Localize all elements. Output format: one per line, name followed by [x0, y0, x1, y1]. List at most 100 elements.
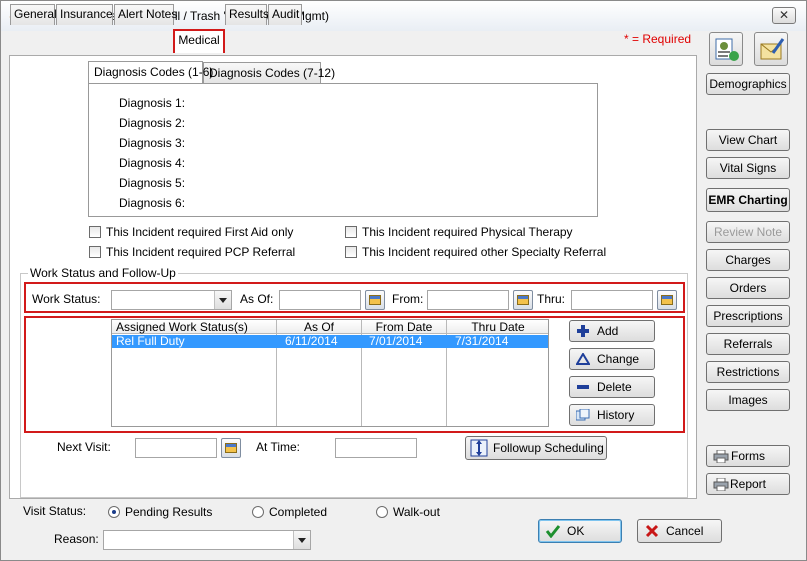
- completed-label: Completed: [269, 505, 328, 519]
- from-input[interactable]: [427, 290, 509, 310]
- add-label: Add: [597, 324, 619, 338]
- next-visit-calendar-icon[interactable]: [221, 438, 241, 458]
- ok-label: OK: [567, 524, 585, 538]
- tab-insurance[interactable]: Insurance: [56, 4, 113, 25]
- work-status-list[interactable]: Assigned Work Status(s) As Of From Date …: [111, 319, 549, 427]
- pending-results-radio[interactable]: [108, 506, 120, 518]
- forms-label: Forms: [731, 449, 765, 463]
- patient-card-button[interactable]: [709, 32, 743, 66]
- orders-button[interactable]: Orders: [706, 277, 790, 299]
- required-note: * = Required: [624, 32, 692, 46]
- tab-diagnosis-1-6[interactable]: Diagnosis Codes (1-6): [88, 61, 213, 83]
- delete-label: Delete: [597, 380, 632, 394]
- diagnosis-6-label: Diagnosis 6:: [119, 196, 186, 210]
- close-button[interactable]: ✕: [772, 7, 796, 24]
- work-status-combo[interactable]: [111, 290, 232, 310]
- row-thru-date: 7/31/2014: [455, 334, 509, 348]
- tab-alert-notes[interactable]: Alert Notes: [114, 4, 177, 25]
- tab-general[interactable]: General: [10, 4, 57, 25]
- patient-card-icon: [715, 38, 739, 61]
- column-header-from-date[interactable]: From Date: [362, 320, 446, 334]
- next-visit-label: Next Visit:: [57, 440, 111, 454]
- tab-diagnosis-7-12[interactable]: Diagnosis Codes (7-12): [203, 62, 335, 83]
- walk-out-label: Walk-out: [393, 505, 440, 519]
- printer-icon: [713, 478, 729, 491]
- emr-charting-button[interactable]: EMR Charting: [706, 188, 790, 212]
- pcp-referral-checkbox[interactable]: [89, 246, 101, 258]
- at-time-input[interactable]: [335, 438, 417, 458]
- schedule-icon: [470, 439, 488, 457]
- diagnosis-5-label: Diagnosis 5:: [119, 176, 186, 190]
- row-as-of: 6/11/2014: [285, 334, 338, 348]
- chevron-down-icon[interactable]: [293, 531, 310, 549]
- physical-therapy-label: This Incident required Physical Therapy: [362, 225, 573, 239]
- history-button[interactable]: History: [569, 404, 655, 426]
- specialty-referral-checkbox[interactable]: [345, 246, 357, 258]
- x-icon: [645, 524, 659, 538]
- visit-status-label: Visit Status:: [23, 504, 87, 518]
- referrals-button[interactable]: Referrals: [706, 333, 790, 355]
- pending-results-label: Pending Results: [125, 505, 213, 519]
- diagnosis-3-label: Diagnosis 3:: [119, 136, 186, 150]
- tab-audit[interactable]: Audit: [268, 4, 302, 25]
- report-label: Report: [729, 477, 767, 491]
- vital-signs-button[interactable]: Vital Signs: [706, 157, 790, 179]
- add-button[interactable]: Add: [569, 320, 655, 342]
- reason-label: Reason:: [54, 532, 99, 546]
- forms-button[interactable]: Forms: [706, 445, 790, 467]
- review-note-button[interactable]: Review Note: [706, 221, 790, 243]
- followup-scheduling-label: Followup Scheduling: [493, 441, 604, 455]
- next-visit-input[interactable]: [135, 438, 217, 458]
- walk-out-radio[interactable]: [376, 506, 388, 518]
- change-button[interactable]: Change: [569, 348, 655, 370]
- specialty-referral-label: This Incident required other Specialty R…: [362, 245, 607, 259]
- as-of-input[interactable]: [279, 290, 361, 310]
- diagnosis-2-label: Diagnosis 2:: [119, 116, 186, 130]
- mail-button[interactable]: [754, 32, 788, 66]
- demographics-button[interactable]: Demographics: [706, 73, 790, 95]
- view-chart-button[interactable]: View Chart: [706, 129, 790, 151]
- tab-medical[interactable]: Medical: [173, 29, 225, 53]
- column-header-thru-date[interactable]: Thru Date: [447, 320, 549, 334]
- work-status-group-title: Work Status and Follow-Up: [28, 266, 178, 280]
- triangle-icon: [576, 353, 590, 365]
- thru-input[interactable]: [571, 290, 653, 310]
- printer-icon: [713, 450, 729, 463]
- column-header-status[interactable]: Assigned Work Status(s): [116, 320, 276, 334]
- diagnosis-1-label: Diagnosis 1:: [119, 96, 186, 110]
- cancel-label: Cancel: [666, 524, 704, 538]
- first-aid-label: This Incident required First Aid only: [106, 225, 294, 239]
- pcp-referral-label: This Incident required PCP Referral: [106, 245, 296, 259]
- checkmark-icon: [545, 525, 561, 538]
- tab-results[interactable]: Results: [225, 4, 269, 25]
- enter-patient-visit-window: Enter Patient Visit (Ben Adrill / Trash …: [0, 0, 807, 561]
- delete-button[interactable]: Delete: [569, 376, 655, 398]
- report-button[interactable]: Report: [706, 473, 790, 495]
- row-from-date: 7/01/2014: [369, 334, 423, 348]
- ok-button[interactable]: OK: [538, 519, 622, 543]
- as-of-calendar-icon[interactable]: [365, 290, 385, 310]
- images-button[interactable]: Images: [706, 389, 790, 411]
- thru-label: Thru:: [537, 292, 566, 306]
- charges-button[interactable]: Charges: [706, 249, 790, 271]
- as-of-label: As Of:: [240, 292, 274, 306]
- thru-calendar-icon[interactable]: [657, 290, 677, 310]
- change-label: Change: [597, 352, 640, 366]
- reason-combo[interactable]: [103, 530, 311, 550]
- followup-scheduling-button[interactable]: Followup Scheduling: [465, 436, 607, 460]
- minus-icon: [577, 385, 589, 389]
- restrictions-button[interactable]: Restrictions: [706, 361, 790, 383]
- history-label: History: [597, 408, 635, 422]
- completed-radio[interactable]: [252, 506, 264, 518]
- plus-icon: [577, 325, 589, 337]
- prescriptions-button[interactable]: Prescriptions: [706, 305, 790, 327]
- envelope-pencil-icon: [760, 38, 785, 60]
- physical-therapy-checkbox[interactable]: [345, 226, 357, 238]
- from-calendar-icon[interactable]: [513, 290, 533, 310]
- at-time-label: At Time:: [256, 440, 301, 454]
- cancel-button[interactable]: Cancel: [637, 519, 722, 543]
- history-icon: [576, 409, 590, 421]
- chevron-down-icon[interactable]: [214, 291, 231, 309]
- column-header-as-of[interactable]: As Of: [277, 320, 361, 334]
- first-aid-checkbox[interactable]: [89, 226, 101, 238]
